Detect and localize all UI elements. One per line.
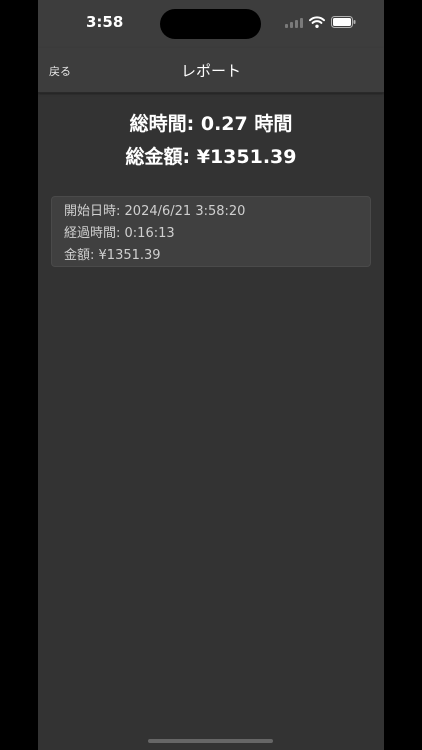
cellular-signal-icon bbox=[285, 13, 303, 32]
status-icons bbox=[285, 15, 356, 29]
total-time-label: 総時間: bbox=[129, 113, 195, 135]
record-start-time: 開始日時: 2024/6/21 3:58:20 bbox=[64, 201, 358, 223]
total-amount: 総金額: ¥1351.39 bbox=[38, 141, 384, 174]
record-start-value: 2024/6/21 3:58:20 bbox=[124, 204, 246, 219]
battery-icon bbox=[331, 13, 356, 32]
record-elapsed-value: 0:16:13 bbox=[124, 226, 175, 241]
total-time: 総時間: 0.27 時間 bbox=[38, 108, 384, 141]
record-amount: 金額: ¥1351.39 bbox=[64, 245, 358, 267]
page-title: レポート bbox=[180, 62, 241, 80]
record-start-label: 開始日時: bbox=[64, 204, 121, 219]
wifi-icon bbox=[309, 13, 325, 32]
report-summary: 総時間: 0.27 時間 総金額: ¥1351.39 bbox=[38, 108, 384, 174]
app-screen: 3:58 戻る レポート 総時間: 0.27 時間 総金額: ¥1351.39 … bbox=[38, 0, 384, 750]
record-elapsed-label: 経過時間: bbox=[64, 226, 121, 241]
total-time-value: 0.27 時間 bbox=[200, 113, 293, 135]
dynamic-island bbox=[160, 9, 261, 39]
navigation-bar: 戻る レポート bbox=[38, 48, 384, 93]
status-time: 3:58 bbox=[86, 13, 124, 31]
total-amount-value: ¥1351.39 bbox=[196, 146, 297, 168]
record-amount-label: 金額: bbox=[64, 248, 95, 263]
home-indicator[interactable] bbox=[148, 739, 273, 743]
record-elapsed-time: 経過時間: 0:16:13 bbox=[64, 223, 358, 245]
record-amount-value: ¥1351.39 bbox=[98, 248, 161, 263]
record-card[interactable]: 開始日時: 2024/6/21 3:58:20 経過時間: 0:16:13 金額… bbox=[51, 196, 371, 267]
status-bar: 3:58 bbox=[38, 0, 384, 48]
total-amount-label: 総金額: bbox=[125, 146, 191, 168]
